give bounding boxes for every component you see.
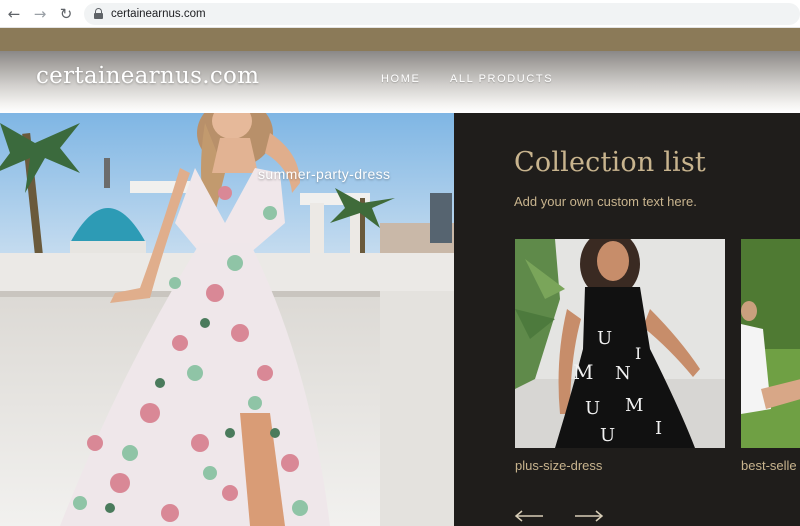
previous-arrow-icon[interactable] bbox=[514, 509, 544, 523]
svg-text:I: I bbox=[635, 344, 641, 363]
svg-text:U: U bbox=[585, 398, 600, 419]
collection-section: Collection list Add your own custom text… bbox=[454, 113, 800, 526]
svg-text:N: N bbox=[615, 363, 631, 384]
back-arrow-icon[interactable]: ← bbox=[4, 4, 24, 24]
address-bar[interactable]: certainearnus.com bbox=[84, 2, 800, 25]
collection-card-label[interactable]: plus-size-dress bbox=[515, 458, 602, 473]
svg-text:U: U bbox=[597, 328, 612, 349]
svg-text:M: M bbox=[573, 360, 593, 384]
collection-subtitle: Add your own custom text here. bbox=[514, 194, 697, 209]
hero-banner[interactable]: summer-party-dress bbox=[0, 113, 454, 526]
svg-text:U: U bbox=[600, 425, 615, 446]
nav-home-link[interactable]: HOME bbox=[381, 73, 420, 85]
lock-icon bbox=[94, 8, 103, 19]
collection-card-best-seller[interactable] bbox=[741, 239, 800, 448]
collection-title: Collection list bbox=[514, 147, 706, 178]
browser-toolbar: ← → ↻ certainearnus.com bbox=[0, 0, 800, 28]
svg-text:M: M bbox=[625, 395, 643, 416]
best-seller-photo bbox=[741, 239, 800, 448]
plus-size-dress-photo: U M N I U M I U bbox=[515, 239, 725, 448]
reload-icon[interactable]: ↻ bbox=[56, 4, 76, 24]
collection-card-label[interactable]: best-selle bbox=[741, 458, 797, 473]
nav-all-products-link[interactable]: ALL PRODUCTS bbox=[450, 73, 553, 85]
collection-card-plus-size-dress[interactable]: U M N I U M I U bbox=[515, 239, 725, 448]
site-header: certainearnus.com HOME ALL PRODUCTS bbox=[0, 51, 800, 113]
hero-caption[interactable]: summer-party-dress bbox=[258, 166, 390, 182]
site-logo[interactable]: certainearnus.com bbox=[36, 63, 259, 89]
announcement-bar bbox=[0, 28, 800, 51]
forward-arrow-icon[interactable]: → bbox=[30, 4, 50, 24]
next-arrow-icon[interactable] bbox=[574, 509, 604, 523]
url-text: certainearnus.com bbox=[111, 7, 206, 20]
svg-text:I: I bbox=[655, 418, 662, 439]
